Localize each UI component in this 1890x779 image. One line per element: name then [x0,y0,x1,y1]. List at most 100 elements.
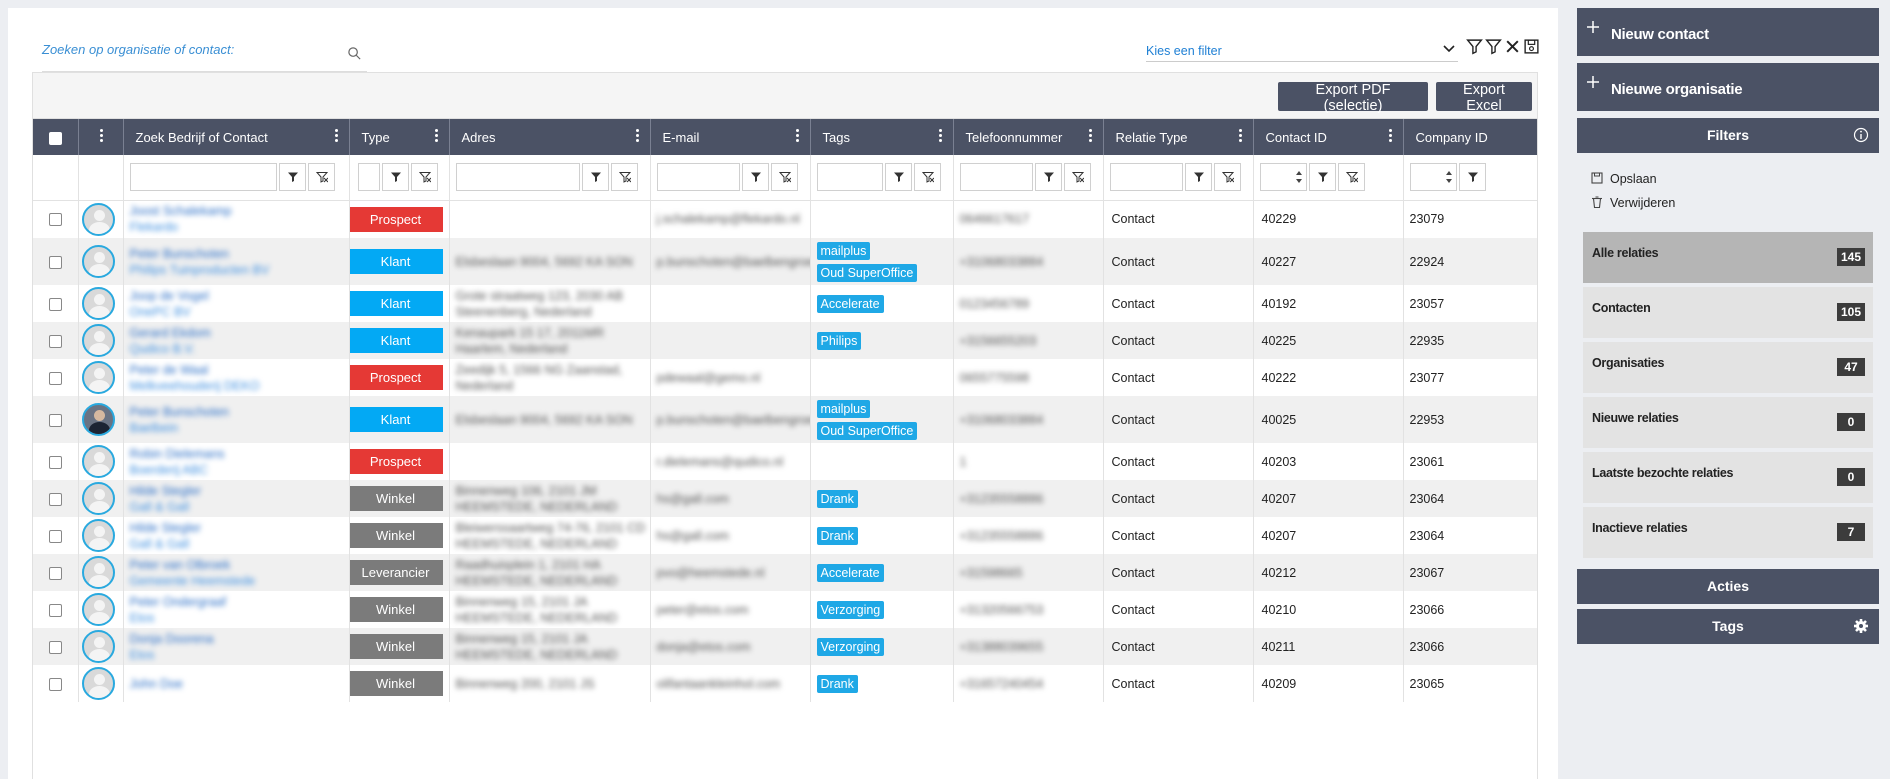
filter-select[interactable]: Kies een filter [1146,34,1458,62]
email-cell[interactable]: j.schalekamp@flekardo.nl [650,200,811,238]
email-cell[interactable]: p.bunschoten@baelbengroep.nl [650,238,811,285]
email-value[interactable]: peter@etos.com [657,602,810,618]
name-cell[interactable]: Robin Dielemans Boerderij ABC [123,443,350,480]
filter-apply-button[interactable] [741,163,769,192]
filter-apply-button[interactable] [1034,163,1062,192]
row-checkbox[interactable] [49,297,62,311]
avatar[interactable] [81,667,115,700]
contact-name[interactable]: Joop de Vogel [130,288,349,304]
filter-input[interactable] [816,163,883,192]
email-value[interactable]: olifantaankleinhol.com [657,676,810,692]
column-menu-icon[interactable] [334,129,339,143]
delete-filter-action[interactable]: Verwijderen [1591,196,1675,210]
chevron-down-icon[interactable] [1442,42,1456,56]
filter-clear-button[interactable] [770,163,798,192]
filter-item[interactable]: Inactieve relaties 7 [1583,507,1873,558]
avatar[interactable] [81,519,115,552]
table-row[interactable]: John Doe Winkel Binnenweg 200, 2101 JS olif… [33,665,1537,702]
contact-name[interactable]: Robin Dielemans [130,446,349,462]
avatar[interactable] [81,556,115,589]
contact-name[interactable]: Peter Ondergraaf [130,594,349,610]
organisation-name[interactable]: Baelbein [130,420,349,436]
organisation-name[interactable]: Gall & Gall [130,536,349,552]
email-value[interactable]: hs@gall.com [657,528,810,544]
contact-name[interactable]: Peter van Olbroek [130,557,349,573]
name-cell[interactable]: Joost Schalekamp Flekardo [123,200,350,238]
name-cell[interactable]: Gerard Ekdom Qudico B.V. [123,322,350,359]
filter-apply-button[interactable] [1458,163,1486,192]
table-row[interactable]: Peter Bunschoten Baelbein Klant Elsbeslaan … [33,396,1537,443]
column-menu-icon[interactable] [99,129,104,143]
email-value[interactable]: p.bunschoten@baelbengroep.nl [657,254,810,270]
row-checkbox[interactable] [49,529,62,543]
filter-apply-button[interactable] [278,163,306,192]
contact-name[interactable]: Hilde Stegler [130,483,349,499]
table-row[interactable]: Joost Schalekamp Flekardo Prospect j.schale… [33,200,1537,238]
row-checkbox[interactable] [49,255,62,269]
filter-icon[interactable] [1466,38,1483,55]
row-checkbox[interactable] [49,566,62,580]
column-menu-icon[interactable] [938,129,943,143]
contact-name[interactable]: Peter de Waal [130,362,349,378]
name-cell[interactable]: Hilde Stegler Gall & Gall [123,517,350,554]
row-checkbox[interactable] [49,334,62,348]
table-row[interactable]: Peter Ondergraaf Etos Winkel Binnenweg 15, … [33,591,1537,628]
filter-input[interactable] [357,163,380,192]
email-value[interactable]: pdewaal@gemo.nl [657,370,810,386]
tag-badge[interactable]: Oud SuperOffice [816,263,918,282]
filter-item[interactable]: Contacten 105 [1583,287,1873,338]
new-contact-button[interactable]: Nieuw contact [1577,8,1879,56]
search-box[interactable]: Zoeken op organisatie of contact: [42,34,367,72]
filter-clear-button[interactable] [1063,163,1091,192]
filter-clear-button[interactable] [1337,163,1365,192]
email-value[interactable]: r.dielemans@qudico.nl [657,454,810,470]
email-cell[interactable]: r.dielemans@qudico.nl [650,443,811,480]
name-cell[interactable]: Peter de Waal Melkveehouderij DEKO [123,359,350,396]
contact-name[interactable]: Donja Doorena [130,631,349,647]
table-row[interactable]: Peter van Olbroek Gemeente Heemstede Lever… [33,554,1537,591]
tag-badge[interactable]: Accelerate [816,563,884,582]
table-row[interactable]: Peter de Waal Melkveehouderij DEKO Prospec… [33,359,1537,396]
avatar[interactable] [81,630,115,663]
email-cell[interactable]: peter@etos.com [650,591,811,628]
email-cell[interactable]: hs@gall.com [650,517,811,554]
save-filter-icon[interactable] [1523,38,1540,55]
column-tags[interactable]: Tags [810,119,954,155]
filter-clear-button[interactable] [913,163,941,192]
filter-input[interactable] [1109,163,1183,192]
avatar[interactable] [81,361,115,394]
filter-item[interactable]: Organisaties 47 [1583,342,1873,393]
search-icon[interactable] [347,46,362,61]
avatar[interactable] [81,245,115,278]
filter-clear-button[interactable] [610,163,638,192]
contact-name[interactable]: Gerard Ekdom [130,325,349,341]
email-cell[interactable]: p.bunschoten@baelbengroep.nl [650,396,811,443]
tag-badge[interactable]: Drank [816,489,858,508]
search-input[interactable]: Zoeken op organisatie of contact: [42,42,234,57]
filter-clear-button[interactable] [307,163,335,192]
tag-badge[interactable]: Drank [816,526,858,545]
row-checkbox[interactable] [49,371,62,385]
filter-add-icon[interactable] [1485,38,1502,55]
column-relation-type[interactable]: Relatie Type [1103,119,1254,155]
info-icon[interactable] [1853,127,1869,143]
table-row[interactable]: Donja Doorena Etos Winkel Binnenweg 15, 210… [33,628,1537,665]
avatar[interactable] [81,593,115,626]
name-cell[interactable]: John Doe [123,665,350,702]
filter-input[interactable] [455,163,580,192]
name-cell[interactable]: Peter van Olbroek Gemeente Heemstede [123,554,350,591]
avatar[interactable] [81,202,115,236]
name-cell[interactable]: Donja Doorena Etos [123,628,350,665]
email-cell[interactable]: pdewaal@gemo.nl [650,359,811,396]
select-all-header[interactable] [33,119,79,155]
email-value[interactable]: hs@gall.com [657,491,810,507]
avatar[interactable] [81,403,115,436]
filter-clear-button[interactable] [410,163,438,192]
column-email[interactable]: E-mail [650,119,811,155]
contact-name[interactable]: Peter Bunschoten [130,246,349,262]
filter-clear-button[interactable] [1213,163,1241,192]
email-value[interactable]: pvo@heemstede.nl [657,565,810,581]
save-filter-action[interactable]: Opslaan [1591,172,1657,186]
name-cell[interactable]: Peter Bunschoten Baelbein [123,396,350,443]
name-cell[interactable]: Peter Ondergraaf Etos [123,591,350,628]
